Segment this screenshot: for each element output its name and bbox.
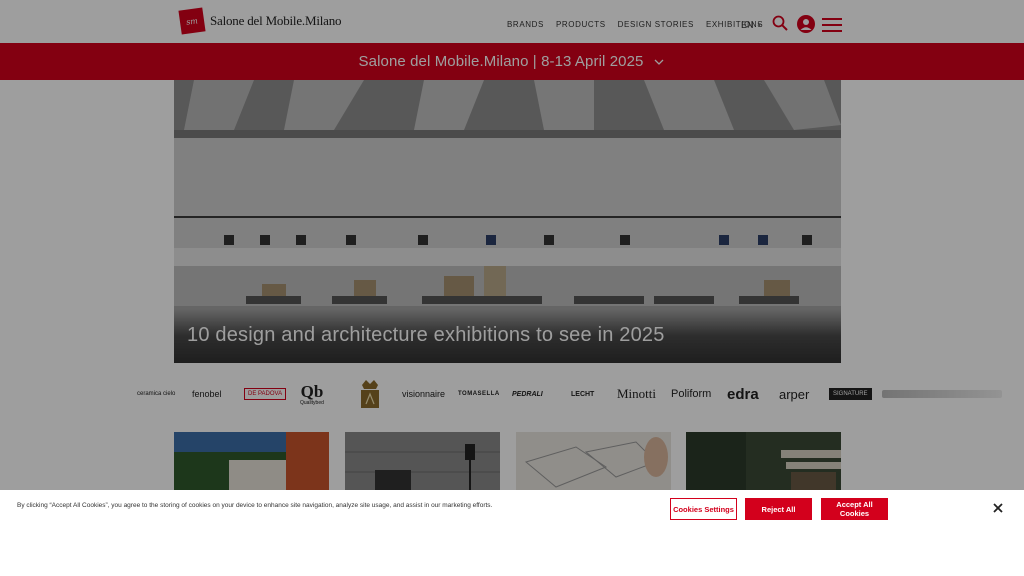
nav-design-stories[interactable]: DESIGN STORIES bbox=[618, 20, 694, 29]
site-logo[interactable]: sm Salone del Mobile.Milano bbox=[178, 7, 342, 35]
reject-all-button[interactable]: Reject All bbox=[745, 498, 812, 520]
brand-logo[interactable]: edra bbox=[727, 372, 759, 416]
brand-logo[interactable]: SIGNATURE bbox=[829, 388, 872, 400]
accept-all-cookies-button[interactable]: Accept All Cookies bbox=[821, 498, 888, 520]
chevron-down-icon bbox=[655, 59, 664, 65]
brand-logo-sub: Qualitybed bbox=[300, 399, 324, 406]
brand-logo[interactable]: ceramica cielo bbox=[137, 372, 175, 416]
story-card[interactable] bbox=[345, 432, 500, 492]
brand-logo[interactable]: fenobel bbox=[192, 372, 222, 416]
brand-logo[interactable]: PEDRALI bbox=[512, 372, 543, 416]
hero-caption: 10 design and architecture exhibitions t… bbox=[174, 309, 841, 363]
brand-logo[interactable]: visionnaire bbox=[402, 372, 445, 416]
story-card-image bbox=[516, 432, 671, 492]
brand-logo[interactable]: Minotti bbox=[617, 372, 656, 416]
crown-logo-icon[interactable] bbox=[358, 377, 382, 411]
brand-carousel: ceramica cielo fenobel DE PADOVA Qb Qual… bbox=[0, 372, 1024, 416]
cookie-consent-banner: By clicking “Accept All Cookies”, you ag… bbox=[0, 490, 1024, 576]
logo-text: Salone del Mobile.Milano bbox=[210, 13, 342, 28]
main-nav: BRANDS PRODUCTS DESIGN STORIES EXHIBITIO… bbox=[507, 20, 763, 29]
caret-down-icon: ▾ bbox=[757, 22, 762, 29]
brand-logo-mark: Qb bbox=[300, 381, 324, 401]
brand-logo[interactable]: DE PADOVA bbox=[244, 388, 287, 400]
user-icon[interactable] bbox=[797, 15, 815, 33]
cookie-consent-text: By clicking “Accept All Cookies”, you ag… bbox=[17, 502, 493, 509]
story-card-image bbox=[686, 432, 841, 492]
page: sm Salone del Mobile.Milano BRANDS PRODU… bbox=[0, 0, 1024, 576]
hero-title: 10 design and architecture exhibitions t… bbox=[187, 324, 665, 346]
event-banner-text: Salone del Mobile.Milano | 8-13 April 20… bbox=[358, 53, 644, 70]
language-selector[interactable]: EN ▾ bbox=[741, 20, 761, 30]
hero-image[interactable]: 10 design and architecture exhibitions t… bbox=[174, 80, 841, 363]
cookies-settings-button[interactable]: Cookies Settings bbox=[670, 498, 737, 520]
event-banner[interactable]: Salone del Mobile.Milano | 8-13 April 20… bbox=[0, 43, 1024, 80]
brand-logo[interactable]: arper bbox=[779, 372, 809, 416]
brand-logo-faded bbox=[882, 390, 1002, 398]
story-card[interactable] bbox=[516, 432, 671, 492]
hamburger-menu-icon[interactable] bbox=[822, 17, 842, 33]
search-icon[interactable] bbox=[772, 15, 788, 31]
brand-logo[interactable]: Poliform bbox=[671, 372, 711, 416]
brand-logo[interactable]: Qb Qualitybed bbox=[300, 372, 324, 416]
brand-logo[interactable]: TOMASELLA bbox=[458, 372, 500, 416]
story-card[interactable] bbox=[174, 432, 329, 492]
story-card[interactable] bbox=[686, 432, 841, 492]
language-label: EN bbox=[741, 20, 754, 30]
story-card-image bbox=[345, 432, 500, 492]
nav-products[interactable]: PRODUCTS bbox=[556, 20, 606, 29]
close-icon[interactable] bbox=[992, 502, 1004, 514]
logo-mark-icon: sm bbox=[178, 7, 206, 35]
story-card-image bbox=[174, 432, 329, 492]
nav-brands[interactable]: BRANDS bbox=[507, 20, 544, 29]
site-header: sm Salone del Mobile.Milano BRANDS PRODU… bbox=[0, 0, 1024, 43]
brand-logo[interactable]: LECHT bbox=[571, 372, 594, 416]
